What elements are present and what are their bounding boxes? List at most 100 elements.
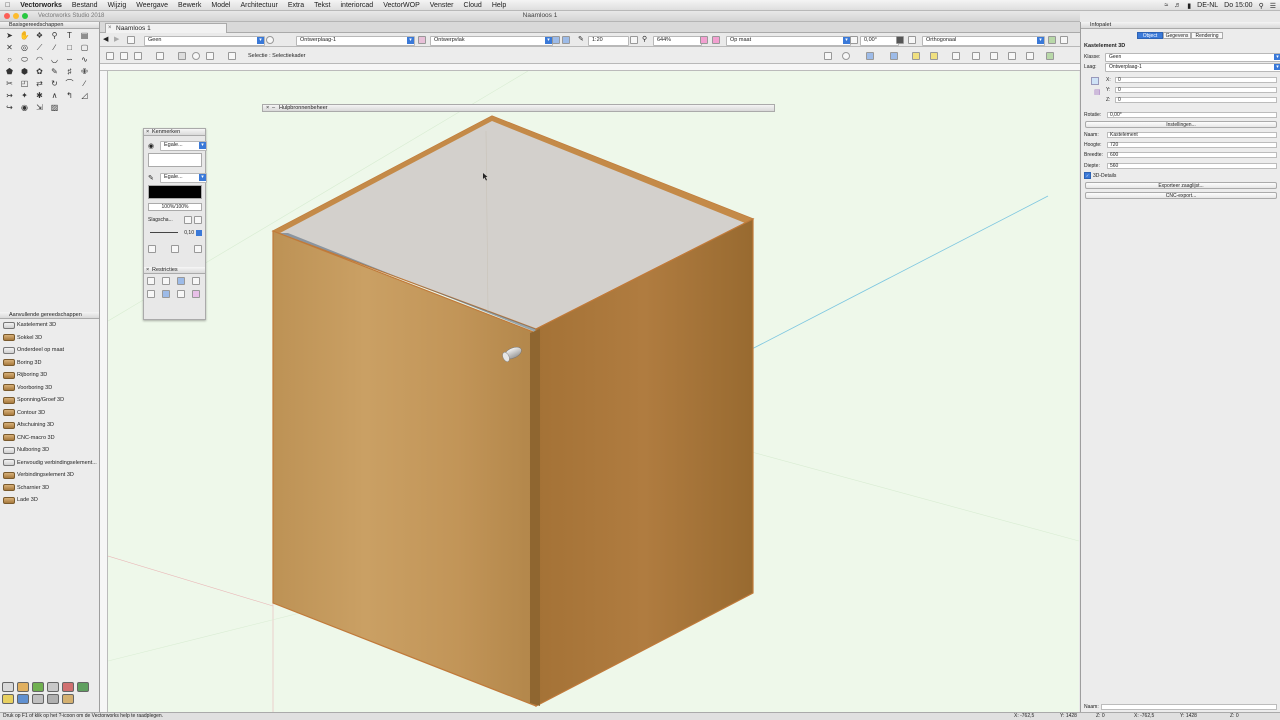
view-icon[interactable] [896,36,904,44]
zoom-field[interactable]: 644% [653,36,702,46]
attribute-mapping-tool-icon[interactable]: ♯ [62,66,77,78]
collapse-resource-manager-icon[interactable]: – [272,105,275,112]
snap-circle-icon[interactable] [842,52,850,60]
fill-style-dropdown[interactable]: Egale... ▾ [160,141,207,151]
close-tab-icon[interactable]: × [108,24,112,33]
y-field[interactable]: 0 [1115,87,1277,93]
pick-up-icon[interactable] [228,52,236,60]
tool-nulboring-3d[interactable]: Nulboring 3D [0,444,99,457]
export-cutlist-button[interactable]: Exporteer zaaglijst... [1085,182,1277,189]
rotation-field[interactable]: 0,00° [1107,112,1277,118]
tool-sokkel-3d[interactable]: Sokkel 3D [0,332,99,345]
pen-color-swatch[interactable] [148,185,202,199]
volume-icon[interactable]: ♬ [1174,2,1181,9]
smart-edge-icon[interactable] [177,290,185,298]
layer-dropdown[interactable]: Ontwerplaag-1 ▾ [296,36,415,46]
menu-bewerk[interactable]: Bewerk [173,2,206,9]
oval-tool-icon[interactable]: ⬭ [17,54,32,66]
tool-scharnier-3d[interactable]: Scharnier 3D [0,482,99,495]
units-icon[interactable] [700,36,708,44]
depth-field[interactable]: 560 [1107,163,1277,169]
polyline-tool-icon[interactable]: ∿ [77,54,92,66]
position-grid-icon[interactable] [1091,77,1099,85]
snap-to-angle-icon[interactable] [147,290,155,298]
class-dropdown[interactable]: Geen ▾ [144,36,265,46]
apple-icon[interactable]:  [0,2,15,9]
3d-reference-icon[interactable]: ▤ [1094,88,1101,96]
toolset-detail-icon[interactable] [62,682,74,692]
tool-verbindingselement-3d[interactable]: Verbindingselement 3D [0,469,99,482]
toolset-fabrication-icon[interactable] [32,694,44,704]
tool-afschuining-3d[interactable]: Afschuining 3D [0,419,99,432]
constraints-header[interactable]: × Restricties [144,267,205,274]
forward-arrow-icon[interactable]: ▶ [114,36,122,44]
close-palette-icon[interactable]: × [146,129,149,136]
close-resource-manager-icon[interactable]: × [266,105,269,112]
arrowhead-style-icon[interactable] [171,245,179,253]
menu-vectorwop[interactable]: VectorWOP [378,2,425,9]
search-icon[interactable]: ⚲ [1259,2,1264,10]
eyedropper-tool-icon[interactable]: ✎ [47,66,62,78]
width-field[interactable]: 600 [1107,152,1277,158]
reshape-tool-icon[interactable]: ✦ [17,90,32,102]
x-field[interactable]: 0 [1115,77,1277,83]
working-plane-dropdown[interactable]: Ontwerpvlak ▾ [430,36,553,46]
angle-field[interactable]: 0,00° [860,36,899,46]
tool-help-icon[interactable] [1046,52,1054,60]
menu-cloud[interactable]: Cloud [459,2,487,9]
pan-tool-icon[interactable]: ✋ [17,30,32,42]
cnc-export-button[interactable]: CNC-export... [1085,192,1277,199]
line-tool-icon[interactable]: ⟋ [32,42,47,54]
toolset-visual-icon[interactable] [17,694,29,704]
tab-data[interactable]: Gegevens [1163,32,1191,39]
toolset-interiorcad-icon[interactable] [62,694,74,704]
rectangle-marquee-icon[interactable] [178,52,186,60]
zoom-fit-icon[interactable] [630,36,638,44]
tool-onderdeel-op-maat[interactable]: Onderdeel op maat [0,344,99,357]
circle-tool-icon[interactable]: ○ [2,54,17,66]
tool-sponning-groef-3d[interactable]: Sponning/Groef 3D [0,394,99,407]
zoom-icon[interactable]: ⚲ [642,36,650,44]
name-field[interactable]: Kastelement [1107,132,1277,138]
projection-icon[interactable] [908,36,916,44]
fillet-tool-icon[interactable]: ⌒ [62,78,77,90]
scale-field[interactable]: 1:20 [588,36,629,46]
snap-icon[interactable] [824,52,832,60]
plane-mode-icon[interactable] [552,36,560,44]
fill-color-swatch[interactable] [148,153,202,167]
wifi-icon[interactable]: ≈ [1164,2,1168,9]
tool-eenvoudig-verbindingselement[interactable]: Eenvoudig verbindingselement... [0,457,99,470]
toolset-building-icon[interactable] [17,682,29,692]
polygon-marquee-icon[interactable] [206,52,214,60]
polygon-tool-icon[interactable]: ⬟ [2,66,17,78]
menu-weergave[interactable]: Weergave [131,2,173,9]
quarter-arc-tool-icon[interactable]: ◡ [47,54,62,66]
toolset-machine-icon[interactable] [47,694,59,704]
details-checkbox-row[interactable]: ✓ 3D-Details [1084,172,1116,179]
snap-grid-icon[interactable] [866,52,874,60]
clock[interactable]: Do 15:00 [1224,2,1252,9]
line-weight-row[interactable]: 0,10 [148,229,202,237]
text-tool-icon[interactable]: T [62,30,77,42]
callout-tool-icon[interactable]: ▤ [77,30,92,42]
toolset-3d-icon[interactable] [47,682,59,692]
menu-app[interactable]: Vectorworks [15,2,67,9]
tool-boring-3d[interactable]: Boring 3D [0,357,99,370]
z-field[interactable]: 0 [1115,97,1277,103]
menu-wijzig[interactable]: Wijzig [103,2,132,9]
wall-tool-icon[interactable]: ∧ [47,90,62,102]
connect-tool-icon[interactable]: ↣ [2,90,17,102]
menu-interiorcad[interactable]: interiorcad [336,2,379,9]
snap-surface-icon[interactable] [952,52,960,60]
tool-kastelement-3d[interactable]: Kastelement 3D [0,319,99,332]
info-class-dropdown[interactable]: Geen ▾ [1105,53,1280,62]
snap-to-object-icon[interactable] [162,277,170,285]
tool-contour-3d[interactable]: Contour 3D [0,407,99,420]
tool-rijboring-3d[interactable]: Rijboring 3D [0,369,99,382]
selection-mode-icon[interactable] [106,52,114,60]
mirror-tool-icon[interactable]: ⇄ [32,78,47,90]
zoom-tool-icon[interactable]: ⚲ [47,30,62,42]
units-dropdown[interactable]: Op maat ▾ [726,36,851,46]
attributes-header[interactable]: × Kenmerken [144,129,205,136]
space-tool-icon[interactable]: ◿ [77,90,92,102]
